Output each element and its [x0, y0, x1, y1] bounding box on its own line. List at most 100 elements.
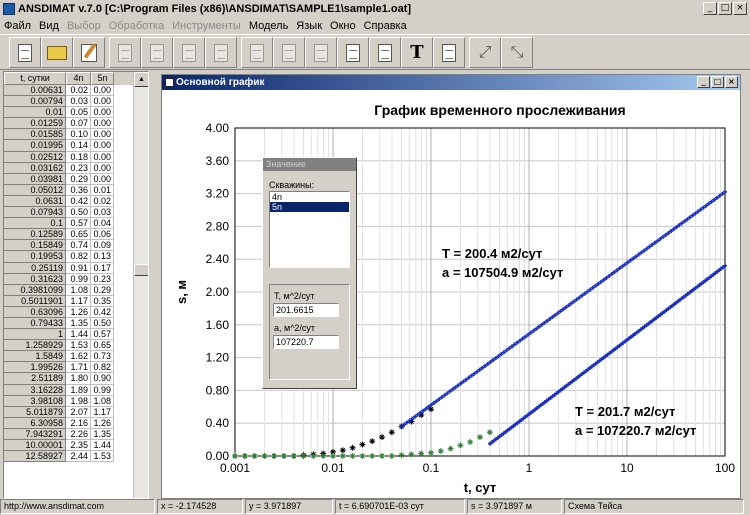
close-button[interactable]: ×	[733, 2, 747, 15]
well-4n-cell[interactable]: 2.07	[66, 406, 91, 418]
table-row[interactable]: 0.12589 0.65 0.06	[4, 229, 148, 241]
well-4n-cell[interactable]: 0.91	[66, 262, 91, 274]
well-5n-cell[interactable]: 0.29	[91, 284, 114, 296]
new-file-button[interactable]	[9, 37, 41, 68]
column-header-4n[interactable]: 4n	[66, 72, 91, 85]
zoom-in-button[interactable]: ⤢	[469, 37, 501, 68]
time-cell[interactable]: 0.3981099	[4, 284, 66, 296]
time-cell[interactable]: 1	[4, 329, 66, 341]
table-row[interactable]: 0.00631 0.02 0.00	[4, 85, 148, 97]
time-cell[interactable]: 0.07943	[4, 207, 66, 219]
well-5n-cell[interactable]: 1.08	[91, 395, 114, 407]
t-param-field[interactable]: 201.6615	[273, 303, 339, 317]
well-4n-cell[interactable]: 0.18	[66, 151, 91, 163]
report-button-1[interactable]	[109, 37, 141, 68]
minimize-button[interactable]: _	[703, 2, 717, 15]
scroll-thumb[interactable]	[134, 264, 148, 276]
table-row[interactable]: 0.63096 1.26 0.42	[4, 306, 148, 318]
zoom-out-button[interactable]: ⤡	[501, 37, 533, 68]
time-cell[interactable]: 1.258929	[4, 340, 66, 352]
column-header-5n[interactable]: 5n	[91, 72, 114, 85]
table-row[interactable]: 6.30958 2.16 1.26	[4, 417, 148, 429]
time-cell[interactable]: 12.58927	[4, 451, 66, 463]
time-cell[interactable]: 0.79433	[4, 317, 66, 330]
table-row[interactable]: 0.3981099 1.08 0.29	[4, 284, 148, 296]
well-4n-cell[interactable]: 1.62	[66, 351, 91, 363]
well-5n-cell[interactable]: 0.00	[91, 173, 114, 185]
table-scrollbar[interactable]: ▲	[133, 72, 148, 498]
menu-language[interactable]: Язык	[296, 20, 322, 32]
column-header-time[interactable]: t, сутки	[4, 72, 66, 85]
table-row[interactable]: 0.05012 0.36 0.01	[4, 184, 148, 196]
table-row[interactable]: 0.01 0.05 0.00	[4, 107, 148, 119]
time-cell[interactable]: 3.98108	[4, 395, 66, 407]
well-4n-cell[interactable]: 0.03	[66, 96, 91, 108]
table-row[interactable]: 0.07943 0.50 0.03	[4, 207, 148, 219]
well-4n-cell[interactable]: 0.82	[66, 251, 91, 263]
menu-file[interactable]: Файл	[4, 20, 31, 32]
well-4n-cell[interactable]: 1.53	[66, 340, 91, 352]
well-4n-cell[interactable]: 0.36	[66, 184, 91, 196]
well-5n-cell[interactable]: 0.00	[91, 118, 114, 130]
chart-button-5[interactable]	[369, 37, 401, 68]
chart-button-3[interactable]	[305, 37, 337, 68]
well-4n-cell[interactable]: 1.44	[66, 329, 91, 341]
well-5n-cell[interactable]: 1.35	[91, 428, 114, 440]
well-5n-cell[interactable]: 0.17	[91, 262, 114, 274]
table-row[interactable]: 0.5011901 1.17 0.35	[4, 295, 148, 307]
menu-model[interactable]: Модель	[249, 20, 288, 32]
well-item-4n[interactable]: 4n	[270, 192, 349, 202]
graph-close-button[interactable]: ×	[725, 76, 738, 88]
well-5n-cell[interactable]: 0.02	[91, 195, 114, 208]
well-5n-cell[interactable]: 0.50	[91, 317, 114, 330]
well-5n-cell[interactable]: 0.04	[91, 218, 114, 230]
well-5n-cell[interactable]: 0.65	[91, 340, 114, 352]
menu-select[interactable]: Выбор	[67, 20, 101, 32]
time-cell[interactable]: 0.00631	[4, 85, 66, 97]
table-row[interactable]: 0.15849 0.74 0.09	[4, 240, 148, 252]
well-4n-cell[interactable]: 0.05	[66, 107, 91, 119]
time-cell[interactable]: 0.0631	[4, 195, 66, 208]
time-cell[interactable]: 3.16228	[4, 384, 66, 396]
time-cell[interactable]: 1.99526	[4, 362, 66, 374]
time-cell[interactable]: 0.03162	[4, 162, 66, 174]
well-5n-cell[interactable]: 0.99	[91, 384, 114, 396]
frame-button[interactable]	[433, 37, 465, 68]
well-4n-cell[interactable]: 1.98	[66, 395, 91, 407]
table-row[interactable]: 0.79433 1.35 0.50	[4, 317, 148, 330]
scroll-up-icon[interactable]: ▲	[134, 72, 148, 87]
table-row[interactable]: 0.01585 0.10 0.00	[4, 129, 148, 141]
well-4n-cell[interactable]: 0.50	[66, 207, 91, 219]
graph-maximize-button[interactable]: □	[711, 76, 724, 88]
table-row[interactable]: 0.03162 0.23 0.00	[4, 162, 148, 174]
well-5n-cell[interactable]: 1.44	[91, 440, 114, 452]
table-row[interactable]: 0.01995 0.14 0.00	[4, 140, 148, 152]
well-5n-cell[interactable]: 0.00	[91, 96, 114, 108]
well-4n-cell[interactable]: 0.29	[66, 173, 91, 185]
time-cell[interactable]: 10.00001	[4, 440, 66, 452]
well-5n-cell[interactable]: 0.00	[91, 151, 114, 163]
well-4n-cell[interactable]: 0.74	[66, 240, 91, 252]
well-4n-cell[interactable]: 2.35	[66, 440, 91, 452]
well-5n-cell[interactable]: 0.35	[91, 295, 114, 307]
time-cell[interactable]: 6.30958	[4, 417, 66, 429]
time-cell[interactable]: 0.31623	[4, 273, 66, 285]
time-cell[interactable]: 0.03981	[4, 173, 66, 185]
table-row[interactable]: 0.01259 0.07 0.00	[4, 118, 148, 130]
time-cell[interactable]: 0.5011901	[4, 295, 66, 307]
well-4n-cell[interactable]: 0.57	[66, 218, 91, 230]
well-5n-cell[interactable]: 0.03	[91, 207, 114, 219]
time-cell[interactable]: 5.011879	[4, 406, 66, 418]
well-4n-cell[interactable]: 2.16	[66, 417, 91, 429]
status-url[interactable]: http://www.ansdimat.com	[0, 499, 155, 514]
well-4n-cell[interactable]: 0.23	[66, 162, 91, 174]
well-4n-cell[interactable]: 1.71	[66, 362, 91, 374]
well-4n-cell[interactable]: 1.89	[66, 384, 91, 396]
well-5n-cell[interactable]: 1.17	[91, 406, 114, 418]
well-4n-cell[interactable]: 1.35	[66, 317, 91, 330]
chart-button-1[interactable]	[241, 37, 273, 68]
table-row[interactable]: 12.58927 2.44 1.53	[4, 451, 148, 463]
well-4n-cell[interactable]: 0.07	[66, 118, 91, 130]
table-row[interactable]: 3.16228 1.89 0.99	[4, 384, 148, 396]
table-row[interactable]: 0.31623 0.99 0.23	[4, 273, 148, 285]
